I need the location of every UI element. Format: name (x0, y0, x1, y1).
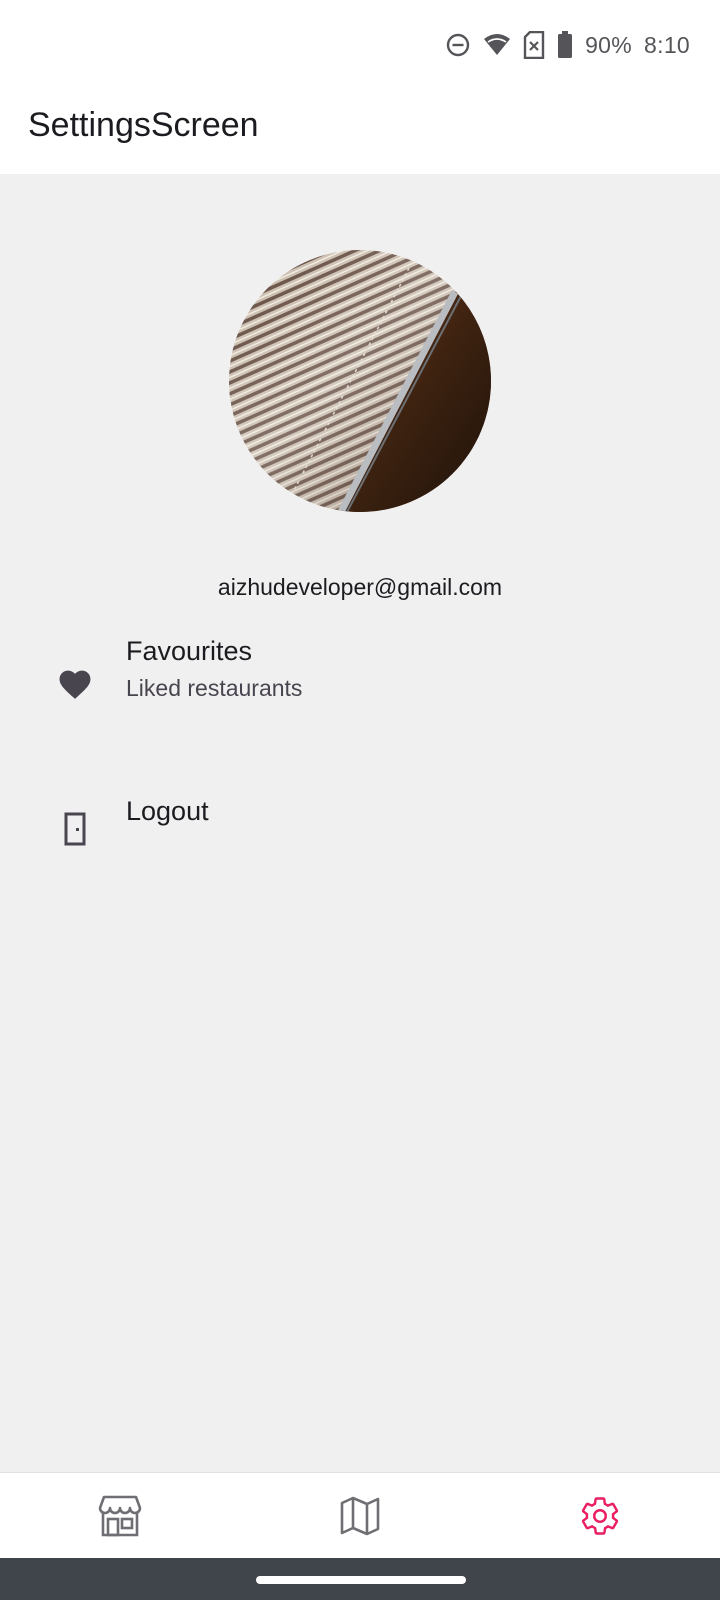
do-not-disturb-icon (445, 32, 471, 58)
door-icon (56, 810, 94, 853)
wifi-icon (483, 32, 511, 58)
map-icon (339, 1495, 381, 1537)
logout-title: Logout (126, 796, 209, 826)
no-sim-icon (523, 31, 545, 59)
favourites-item[interactable]: Favourites Liked restaurants (0, 636, 720, 748)
heart-icon (56, 666, 94, 705)
home-gesture-handle[interactable] (256, 1576, 466, 1584)
nav-item-map[interactable] (240, 1473, 480, 1559)
status-bar: 90% 8:10 (0, 0, 720, 88)
status-icons: 90% 8:10 (445, 30, 690, 60)
favourites-title: Favourites (126, 636, 253, 666)
bottom-navigation (0, 1472, 720, 1558)
top-app-bar: SettingsScreen (0, 88, 720, 174)
battery-percent: 90% (585, 31, 633, 58)
avatar[interactable] (229, 250, 491, 512)
user-email: aizhudeveloper@gmail.com (217, 574, 503, 600)
settings-icon (579, 1495, 621, 1537)
logout-item[interactable]: Logout (0, 786, 720, 886)
battery-icon (557, 31, 573, 59)
favourites-subtitle: Liked restaurants (126, 675, 303, 701)
nav-item-settings[interactable] (480, 1473, 720, 1559)
nav-item-restaurants[interactable] (0, 1473, 240, 1559)
system-navigation-bar (0, 1558, 720, 1600)
store-icon (98, 1495, 142, 1537)
settings-content: aizhudeveloper@gmail.com Favourites Like… (0, 174, 720, 1472)
clock: 8:10 (644, 31, 690, 58)
page-title: SettingsScreen (28, 106, 259, 144)
